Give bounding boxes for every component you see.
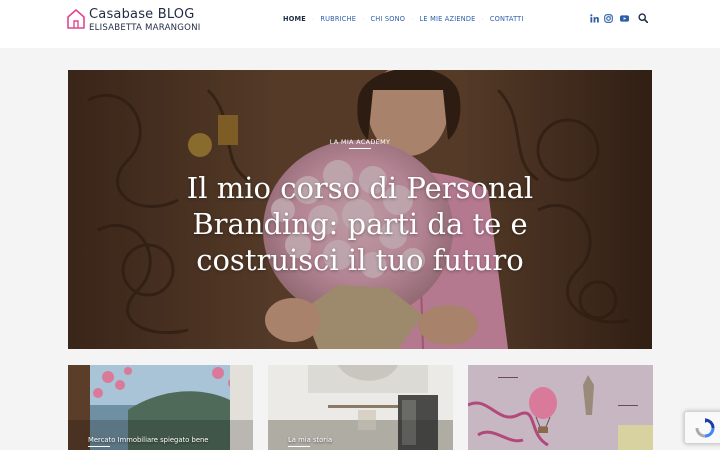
post-card[interactable]: Mercato Immobiliare spiegato bene [68,365,253,450]
post-card-category[interactable]: Mercato Immobiliare spiegato bene [88,436,209,444]
nav-separator: · [362,15,365,23]
blog-subtitle: ELISABETTA MARANGONI [89,23,201,33]
post-card[interactable]: La mia storia [268,365,453,450]
linkedin-icon[interactable] [589,12,599,24]
post-card[interactable] [468,365,653,450]
category-underline [88,446,110,447]
nav-separator: · [481,15,484,23]
featured-post-title[interactable]: Il mio corso di Personal Branding: parti… [148,170,572,278]
nav-separator: · [411,15,414,23]
youtube-icon[interactable] [619,12,630,24]
nav-item-rubriche[interactable]: RUBRICHE [320,15,356,23]
blog-title: Casabase BLOG [89,7,195,22]
recaptcha-icon [695,417,714,437]
site-logo[interactable]: Casabase BLOG ELISABETTA MARANGONI [66,8,200,33]
recaptcha-badge[interactable] [684,411,720,444]
house-logo-icon [67,9,85,29]
nav-item-chi-sono[interactable]: CHI SONO [370,15,405,23]
nav-item-le-mie-aziende[interactable]: LE MIE AZIENDE [420,15,476,23]
nav-separator: · [312,15,315,23]
featured-post[interactable]: LA MIA ACADEMY Il mio corso di Personal … [68,70,652,349]
site-header: Casabase BLOG ELISABETTA MARANGONI HOME … [0,0,720,48]
featured-post-category[interactable]: LA MIA ACADEMY [68,138,652,146]
category-underline [288,446,310,447]
post-card-image [468,365,653,450]
nav-item-contatti[interactable]: CONTATTI [490,15,524,23]
main-nav: HOME · RUBRICHE · CHI SONO · LE MIE AZIE… [283,15,524,23]
instagram-icon[interactable] [603,12,614,24]
search-icon[interactable] [637,12,648,24]
nav-item-home[interactable]: HOME [283,15,306,23]
post-card-category[interactable]: La mia storia [288,436,332,444]
category-underline [349,148,371,149]
